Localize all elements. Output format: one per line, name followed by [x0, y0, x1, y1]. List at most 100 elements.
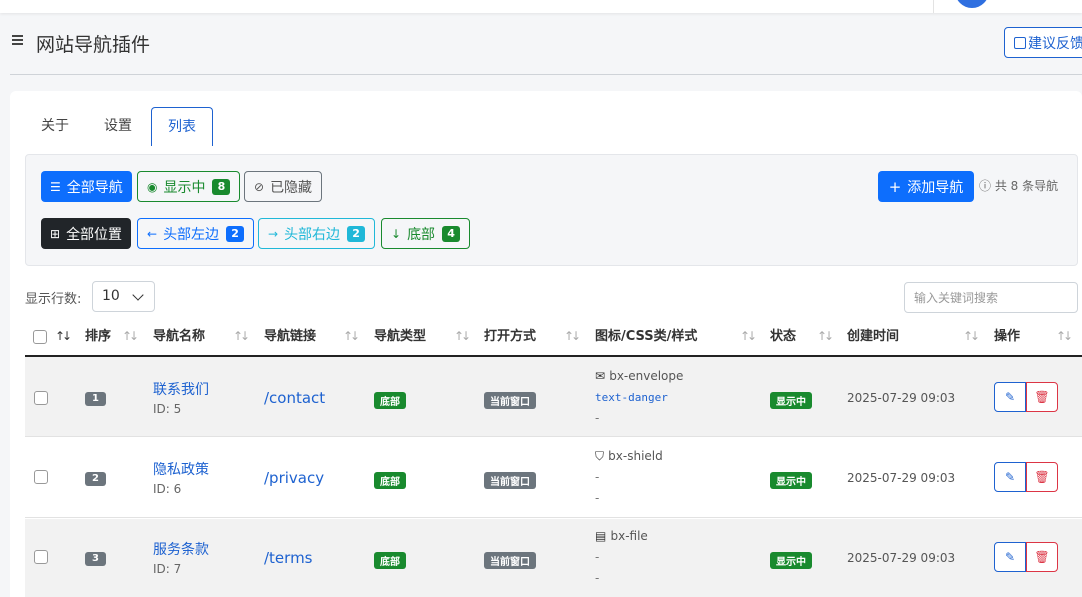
edit-icon: ✎ — [1004, 390, 1016, 404]
user-avatar[interactable] — [955, 0, 989, 8]
filter-all-nav-button[interactable]: ☰ 全部导航 — [41, 171, 132, 202]
menu-icon[interactable] — [10, 32, 26, 48]
grid-icon: ⊞ — [50, 226, 61, 241]
column-header[interactable]: 图标/CSS类/样式 — [595, 319, 697, 355]
sort-icon[interactable]: ↑↓ — [1056, 319, 1073, 355]
table-row: 1 联系我们 ID: 5 /contact 底部 当前窗口 ✉ bx-envel… — [25, 357, 1082, 437]
chevron-down-icon — [132, 289, 144, 301]
column-header[interactable]: 导航名称 — [153, 319, 205, 355]
page-title: 网站导航插件 — [36, 34, 151, 56]
inline-style: - — [595, 491, 600, 505]
shield-icon: ⛉ — [595, 449, 605, 463]
total-count: ⓘ 共 8 条导航 — [979, 177, 1058, 194]
sort-icon[interactable]: ↑↓ — [817, 319, 834, 355]
table-row: 3 服务条款 ID: 7 /terms 底部 当前窗口 ▤ bx-file - … — [25, 519, 1082, 597]
search-input[interactable] — [904, 282, 1078, 313]
add-nav-button[interactable]: + 添加导航 — [878, 171, 974, 202]
nav-id: ID: 7 — [153, 562, 182, 576]
delete-button[interactable]: 🗑 — [1026, 542, 1058, 572]
nav-type-badge: 底部 — [374, 552, 406, 569]
filter-header-right-label: 头部右边 — [284, 226, 341, 243]
nav-url-link[interactable]: /privacy — [264, 469, 324, 487]
filter-all-nav-label: 全部导航 — [66, 179, 123, 196]
header-divider — [10, 74, 1082, 75]
delete-button[interactable]: 🗑 — [1026, 462, 1058, 492]
column-header[interactable]: 导航链接 — [264, 319, 316, 355]
order-badge: 1 — [85, 392, 106, 406]
nav-id: ID: 5 — [153, 402, 182, 416]
nav-type-badge: 底部 — [374, 472, 406, 489]
filter-hidden-button[interactable]: ⊘ 已隐藏 — [244, 171, 323, 202]
column-header[interactable]: 操作 — [994, 319, 1020, 355]
filter-hidden-label: 已隐藏 — [270, 179, 313, 196]
tab-about[interactable]: 关于 — [25, 107, 85, 146]
filter-header-right-button[interactable]: → 头部右边 2 — [258, 218, 376, 249]
status-badge: 显示中 — [770, 392, 812, 409]
nav-name-link[interactable]: 隐私政策 — [153, 459, 209, 479]
filter-visible-label: 显示中 — [163, 179, 206, 196]
icon-class-name: bx-envelope — [609, 369, 684, 383]
icon-info: ▤ bx-file — [595, 529, 648, 544]
trash-icon: 🗑 — [1034, 390, 1050, 404]
tab-list[interactable]: 列表 — [151, 107, 213, 146]
sort-icon[interactable]: ↑↓ — [963, 319, 980, 355]
arrow-right-icon: → — [268, 226, 279, 241]
nav-type-badge: 底部 — [374, 392, 406, 409]
tab-settings[interactable]: 设置 — [88, 107, 148, 146]
filter-panel: ☰ 全部导航 ◉ 显示中 8 ⊘ 已隐藏 + 添加导航 ⓘ 共 8 条导航 ⊞ … — [25, 154, 1078, 266]
edit-button[interactable]: ✎ — [994, 382, 1026, 412]
css-class: text-danger — [595, 391, 668, 404]
column-header[interactable]: 导航类型 — [374, 319, 426, 355]
column-header[interactable]: 打开方式 — [484, 319, 536, 355]
column-header[interactable]: 创建时间 — [847, 319, 899, 355]
table-row: 2 隐私政策 ID: 6 /privacy 底部 当前窗口 ⛉ bx-shiel… — [25, 438, 1082, 518]
filter-footer-button[interactable]: ↓ 底部 4 — [381, 218, 471, 249]
rows-per-page-select[interactable]: 10 — [92, 281, 155, 312]
sort-icon[interactable]: ↑↓ — [233, 319, 250, 355]
filter-header-left-button[interactable]: ← 头部左边 2 — [137, 218, 255, 249]
icon-info: ✉ bx-envelope — [595, 369, 683, 384]
nav-url-link[interactable]: /terms — [264, 549, 313, 567]
inline-style: - — [595, 571, 600, 585]
plus-icon: + — [888, 177, 902, 196]
sort-icon[interactable]: ↑↓ — [740, 319, 757, 355]
nav-name-link[interactable]: 服务条款 — [153, 539, 209, 559]
filter-header-left-label: 头部左边 — [163, 226, 220, 243]
table-header: ↑↓ 排序 ↑↓ 导航名称 ↑↓ 导航链接 ↑↓ 导航类型 ↑↓ 打开方式 ↑↓… — [25, 319, 1082, 357]
count-badge: 2 — [226, 225, 245, 242]
nav-url-link[interactable]: /contact — [264, 389, 325, 407]
row-checkbox[interactable] — [34, 470, 48, 484]
filter-all-position-button[interactable]: ⊞ 全部位置 — [41, 218, 132, 249]
trash-icon: 🗑 — [1034, 470, 1050, 484]
main-card: 关于 设置 列表 ☰ 全部导航 ◉ 显示中 8 ⊘ 已隐藏 + 添加导航 ⓘ 共… — [10, 91, 1082, 597]
select-all-checkbox[interactable] — [33, 330, 47, 344]
column-header[interactable]: 排序 — [85, 319, 111, 355]
edit-button[interactable]: ✎ — [994, 462, 1026, 492]
eye-slash-icon: ⊘ — [254, 179, 265, 194]
total-count-text: 共 8 条导航 — [994, 179, 1059, 193]
filter-visible-button[interactable]: ◉ 显示中 8 — [137, 171, 241, 202]
edit-icon: ✎ — [1004, 470, 1016, 484]
status-badge: 显示中 — [770, 472, 812, 489]
feedback-button[interactable]: 建议反馈 — [1004, 27, 1082, 58]
file-icon: ▤ — [595, 529, 607, 543]
created-time: 2025-07-29 09:03 — [847, 471, 956, 485]
order-badge: 2 — [85, 472, 106, 486]
page-header: 网站导航插件 建议反馈 — [10, 26, 1082, 62]
sort-icon[interactable]: ↑↓ — [122, 319, 139, 355]
row-checkbox[interactable] — [34, 550, 48, 564]
row-checkbox[interactable] — [34, 391, 48, 405]
sort-icon[interactable]: ↑↓ — [343, 319, 360, 355]
edit-square-icon — [1014, 36, 1026, 49]
column-header[interactable]: 状态 — [770, 319, 796, 355]
nav-name-link[interactable]: 联系我们 — [153, 379, 209, 399]
delete-button[interactable]: 🗑 — [1026, 382, 1058, 412]
nav-id: ID: 6 — [153, 482, 182, 496]
sort-icon[interactable]: ↑↓ — [55, 319, 72, 355]
edit-button[interactable]: ✎ — [994, 542, 1026, 572]
navbar-divider — [933, 0, 934, 13]
open-mode-badge: 当前窗口 — [484, 552, 536, 569]
sort-icon[interactable]: ↑↓ — [454, 319, 471, 355]
arrow-left-icon: ← — [147, 226, 158, 241]
sort-icon[interactable]: ↑↓ — [564, 319, 581, 355]
